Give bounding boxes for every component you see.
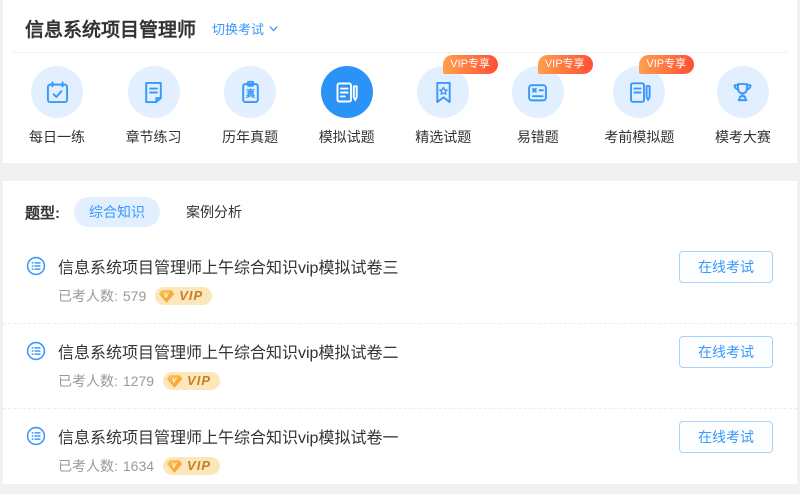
filter-option-comprehensive[interactable]: 综合知识 (74, 197, 160, 227)
nav-circle-wrap: VIP专享 (417, 66, 469, 118)
vip-exclusive-badge: VIP专享 (538, 55, 593, 74)
vip-tag-badge: V VIP (163, 457, 220, 475)
exam-stats: 已考人数: 579 V VIP (58, 286, 398, 306)
nav-row: 每日一练 章节练习 (3, 53, 797, 147)
chevron-down-icon (264, 22, 280, 35)
filter-label: 题型: (25, 202, 60, 223)
document-lines-icon (140, 79, 167, 106)
exam-list-item: 信息系统项目管理师上午综合知识vip模拟试卷一 已考人数: 1634 V (3, 409, 797, 494)
taken-label: 已考人数: (58, 286, 118, 306)
vip-gem-icon: V (166, 374, 183, 389)
svg-text:V: V (172, 461, 178, 469)
vip-tag-label: VIP (187, 373, 211, 389)
list-circle-icon (25, 425, 47, 447)
list-circle-icon (25, 340, 47, 362)
calendar-check-icon (44, 79, 71, 106)
taken-count: 1279 (123, 373, 154, 389)
nav-item-error-prone[interactable]: VIP专享 易错题 (512, 66, 564, 147)
bookmark-star-icon (430, 79, 457, 106)
exam-stats: 已考人数: 1279 V VIP (58, 371, 398, 391)
exam-list-item: 信息系统项目管理师上午综合知识vip模拟试卷三 已考人数: 579 V V (3, 239, 797, 324)
vip-tag-badge: V VIP (155, 287, 212, 305)
trophy-icon (729, 79, 756, 106)
switch-exam-link[interactable]: 切换考试 (212, 19, 280, 38)
exam-item-content: 信息系统项目管理师上午综合知识vip模拟试卷三 已考人数: 579 V V (25, 254, 398, 306)
nav-circle-wrap: 真 (224, 66, 276, 118)
exam-item-content: 信息系统项目管理师上午综合知识vip模拟试卷二 已考人数: 1279 V (25, 339, 398, 391)
page-title: 信息系统项目管理师 (25, 15, 196, 42)
nav-circle-wrap (321, 66, 373, 118)
nav-label: 每日一练 (29, 127, 85, 147)
vip-exclusive-badge: VIP专享 (443, 55, 498, 74)
online-exam-button[interactable]: 在线考试 (679, 336, 773, 368)
nav-circle-wrap (717, 66, 769, 118)
nav-label: 历年真题 (222, 127, 278, 147)
nav-circle-wrap (128, 66, 180, 118)
section-gap (3, 163, 797, 181)
vip-gem-icon: V (166, 459, 183, 474)
nav-item-mock-exams[interactable]: 模拟试题 (319, 66, 375, 147)
nav-circle-wrap: VIP专享 (512, 66, 564, 118)
exam-nav-card: 信息系统项目管理师 切换考试 (3, 0, 797, 163)
vip-exclusive-badge: VIP专享 (639, 55, 694, 74)
exam-stats: 已考人数: 1634 V VIP (58, 456, 398, 476)
nav-item-pre-exam-mock[interactable]: VIP专享 考前模拟题 (604, 66, 674, 147)
nav-circle (31, 66, 83, 118)
nav-item-daily-practice[interactable]: 每日一练 (29, 66, 85, 147)
page: 信息系统项目管理师 切换考试 (0, 0, 800, 484)
svg-text:V: V (172, 376, 178, 384)
nav-label: 易错题 (517, 127, 559, 147)
exam-title-row: 信息系统项目管理师上午综合知识vip模拟试卷三 (25, 254, 398, 278)
exam-grid-pencil-icon (333, 79, 360, 106)
nav-item-selected-questions[interactable]: VIP专享 精选试题 (415, 66, 471, 147)
nav-label: 精选试题 (415, 127, 471, 147)
nav-circle-wrap: VIP专享 (613, 66, 665, 118)
nav-label: 模拟试题 (319, 127, 375, 147)
nav-item-mock-contest[interactable]: 模考大赛 (715, 66, 771, 147)
calculator-icon (524, 79, 551, 106)
nav-circle: 真 (224, 66, 276, 118)
filter-option-case-analysis[interactable]: 案例分析 (176, 197, 252, 227)
vip-tag-label: VIP (179, 288, 203, 304)
online-exam-button[interactable]: 在线考试 (679, 251, 773, 283)
nav-label: 考前模拟题 (604, 127, 674, 147)
vip-gem-icon: V (158, 289, 175, 304)
vip-tag-badge: V VIP (163, 372, 220, 390)
taken-label: 已考人数: (58, 371, 118, 391)
nav-label: 章节练习 (126, 127, 182, 147)
nav-circle-wrap (31, 66, 83, 118)
vip-tag-label: VIP (187, 458, 211, 474)
exam-title-row: 信息系统项目管理师上午综合知识vip模拟试卷一 (25, 424, 398, 448)
header: 信息系统项目管理师 切换考试 (3, 0, 797, 52)
nav-item-past-papers[interactable]: 真 历年真题 (222, 66, 278, 147)
svg-text:V: V (164, 291, 170, 299)
exam-list-item: 信息系统项目管理师上午综合知识vip模拟试卷二 已考人数: 1279 V (3, 324, 797, 409)
nav-circle (717, 66, 769, 118)
question-type-filter: 题型: 综合知识 案例分析 (3, 197, 797, 239)
list-circle-icon (25, 255, 47, 277)
nav-item-chapter-practice[interactable]: 章节练习 (126, 66, 182, 147)
exam-item-content: 信息系统项目管理师上午综合知识vip模拟试卷一 已考人数: 1634 V (25, 424, 398, 476)
clipboard-zhen-icon: 真 (237, 79, 264, 106)
exam-title: 信息系统项目管理师上午综合知识vip模拟试卷一 (58, 424, 398, 448)
taken-label: 已考人数: (58, 456, 118, 476)
exam-list-card: 题型: 综合知识 案例分析 信息系统项目管理师 (3, 181, 797, 484)
switch-exam-label: 切换考试 (212, 19, 264, 38)
taken-count: 1634 (123, 458, 154, 474)
nav-circle (321, 66, 373, 118)
exam-title: 信息系统项目管理师上午综合知识vip模拟试卷二 (58, 339, 398, 363)
svg-text:真: 真 (245, 88, 255, 100)
online-exam-button[interactable]: 在线考试 (679, 421, 773, 453)
document-pencil-icon (626, 79, 653, 106)
exam-title: 信息系统项目管理师上午综合知识vip模拟试卷三 (58, 254, 398, 278)
exam-title-row: 信息系统项目管理师上午综合知识vip模拟试卷二 (25, 339, 398, 363)
nav-circle (128, 66, 180, 118)
taken-count: 579 (123, 288, 146, 304)
nav-label: 模考大赛 (715, 127, 771, 147)
